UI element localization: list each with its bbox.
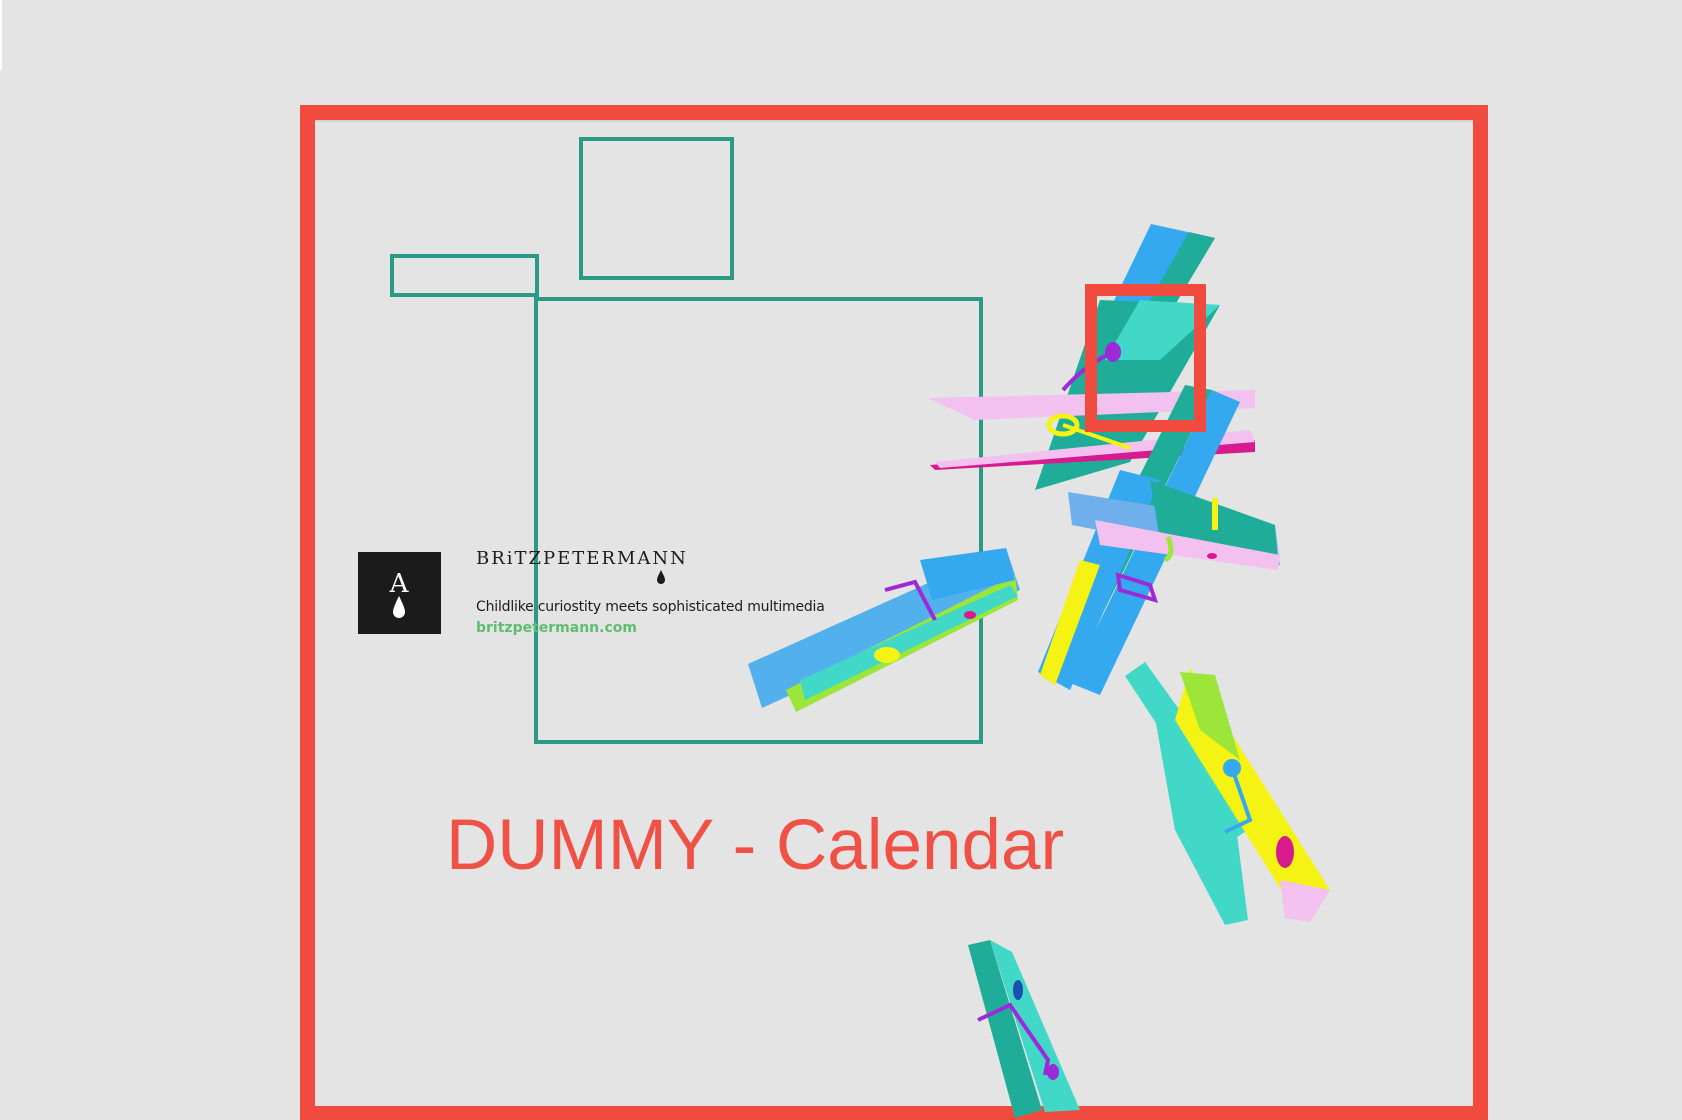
- door-slot-large[interactable]: [534, 297, 983, 744]
- door-slot-top[interactable]: [579, 137, 734, 280]
- brand-website-link[interactable]: britzpetermann.com: [476, 620, 637, 636]
- calendar-stage: A BRiTZPETERMANN Childlike curiostity me…: [0, 0, 1682, 1120]
- door-slot-small[interactable]: [390, 254, 539, 297]
- brand-name: BRiTZPETERMANN: [476, 548, 688, 569]
- droplet-icon: [656, 570, 666, 589]
- brand-logo: A: [358, 552, 441, 634]
- page-title: DUMMY - Calendar: [446, 806, 1065, 885]
- logo-mark-icon: A: [389, 569, 410, 618]
- frame-shadow: [315, 120, 1473, 122]
- door-slot-highlight[interactable]: [1085, 284, 1206, 432]
- brand-tagline: Childlike curiostity meets sophisticated…: [476, 599, 825, 615]
- svg-text:A: A: [389, 569, 410, 599]
- corner-marker: [0, 0, 2, 70]
